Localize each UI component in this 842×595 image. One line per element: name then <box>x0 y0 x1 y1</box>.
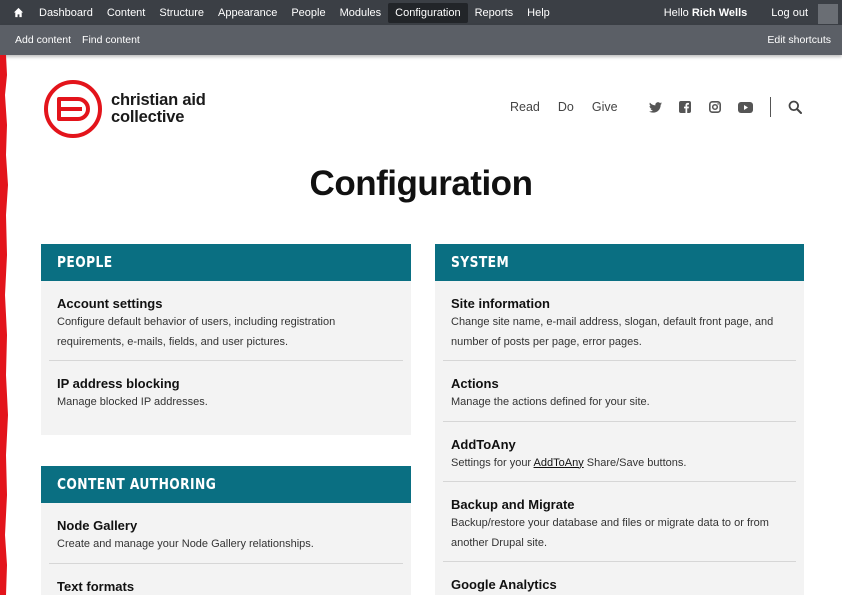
find-content-link[interactable]: Find content <box>82 34 140 46</box>
user-greeting: Hello Rich Wells <box>664 7 748 19</box>
red-brush-decoration <box>0 55 8 595</box>
header-divider <box>770 97 771 117</box>
panel-content-authoring: CONTENT AUTHORING Node Gallery Create an… <box>41 466 411 595</box>
config-item-description: Change site name, e-mail address, slogan… <box>451 316 774 348</box>
config-item-description: Manage the actions defined for your site… <box>451 396 650 408</box>
config-item: Google Analytics <box>443 562 796 595</box>
menu-reports[interactable]: Reports <box>468 3 521 23</box>
menu-modules[interactable]: Modules <box>333 3 389 23</box>
menu-content[interactable]: Content <box>100 3 153 23</box>
logo-line-1: christian aid <box>111 91 206 109</box>
logo-wordmark: christian aid collective <box>111 92 206 126</box>
panel-title: SYSTEM <box>451 253 510 271</box>
edit-shortcuts-link[interactable]: Edit shortcuts <box>767 25 831 55</box>
nav-do[interactable]: Do <box>558 100 574 114</box>
page-title: Configuration <box>309 164 533 203</box>
menu-configuration[interactable]: Configuration <box>388 2 468 23</box>
menu-appearance[interactable]: Appearance <box>211 3 284 23</box>
twitter-icon[interactable] <box>647 99 663 115</box>
config-item-link[interactable]: Backup and Migrate <box>451 497 788 512</box>
menu-dashboard[interactable]: Dashboard <box>32 3 100 23</box>
admin-toolbar: Dashboard Content Structure Appearance P… <box>0 0 842 25</box>
config-item-description: Manage blocked IP addresses. <box>57 396 208 408</box>
add-content-link[interactable]: Add content <box>15 34 71 46</box>
main-nav: Read Do Give <box>510 100 618 114</box>
addtoany-link[interactable]: AddToAny <box>534 457 584 469</box>
config-item-link[interactable]: IP address blocking <box>57 376 395 391</box>
nav-give[interactable]: Give <box>592 100 618 114</box>
config-item: Account settings Configure default behav… <box>49 281 403 361</box>
panel-people: PEOPLE Account settings Configure defaul… <box>41 244 411 435</box>
menu-help[interactable]: Help <box>520 3 557 23</box>
logo-line-2: collective <box>111 108 185 126</box>
panel-title: CONTENT AUTHORING <box>57 475 217 493</box>
config-item-description: Settings for your AddToAny Share/Save bu… <box>451 454 788 474</box>
logo-mark-icon <box>44 80 102 138</box>
config-item: Actions Manage the actions defined for y… <box>443 361 796 422</box>
desc-suffix: Share/Save buttons. <box>583 456 687 469</box>
config-item-description: Configure default behavior of users, inc… <box>57 316 336 348</box>
menu-structure[interactable]: Structure <box>152 3 211 23</box>
user-name[interactable]: Rich Wells <box>692 7 747 19</box>
panel-title: PEOPLE <box>57 253 113 271</box>
config-item-link[interactable]: Account settings <box>57 296 395 311</box>
config-item-description: Create and manage your Node Gallery rela… <box>57 538 314 550</box>
instagram-icon[interactable] <box>707 99 723 115</box>
config-item: Text formats <box>49 564 403 595</box>
config-item-link[interactable]: Text formats <box>57 579 395 594</box>
panel-header: CONTENT AUTHORING <box>41 466 411 503</box>
config-item-link[interactable]: AddToAny <box>451 437 788 452</box>
shortcuts-bar: Add content Find content Edit shortcuts <box>0 25 842 55</box>
search-icon[interactable] <box>788 100 804 116</box>
config-item-link[interactable]: Actions <box>451 376 788 391</box>
config-item: Node Gallery Create and manage your Node… <box>49 503 403 564</box>
panel-system: SYSTEM Site information Change site name… <box>435 244 804 595</box>
logout-link[interactable]: Log out <box>771 7 808 19</box>
config-item: Backup and Migrate Backup/restore your d… <box>443 482 796 562</box>
config-item: IP address blocking Manage blocked IP ad… <box>49 361 403 421</box>
admin-menu: Dashboard Content Structure Appearance P… <box>32 0 557 25</box>
site-logo[interactable]: christian aid collective <box>42 78 206 140</box>
facebook-icon[interactable] <box>677 99 693 115</box>
desc-prefix: Settings for your <box>451 456 534 469</box>
home-icon[interactable] <box>10 4 26 20</box>
nav-read[interactable]: Read <box>510 100 540 114</box>
toolbar-drawer-toggle[interactable] <box>818 4 838 24</box>
config-item-link[interactable]: Node Gallery <box>57 518 395 533</box>
social-links <box>647 99 753 115</box>
greeting-prefix: Hello <box>663 6 692 19</box>
youtube-icon[interactable] <box>737 99 753 115</box>
panel-header: SYSTEM <box>435 244 804 281</box>
config-item: Site information Change site name, e-mai… <box>443 281 796 361</box>
config-item: AddToAny Settings for your AddToAny Shar… <box>443 422 796 482</box>
menu-people[interactable]: People <box>284 3 332 23</box>
panel-header: PEOPLE <box>41 244 411 281</box>
config-item-link[interactable]: Site information <box>451 296 788 311</box>
config-item-description: Backup/restore your database and files o… <box>451 517 769 549</box>
config-item-link[interactable]: Google Analytics <box>451 577 788 592</box>
